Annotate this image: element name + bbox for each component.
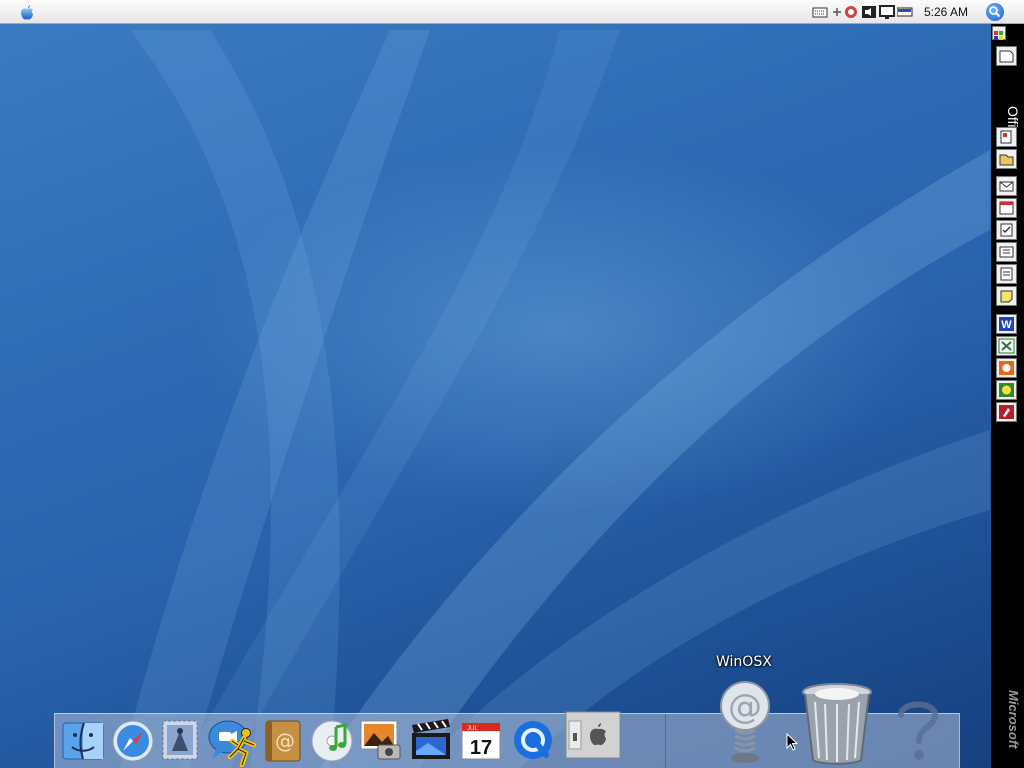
quicktime-icon[interactable] — [510, 717, 556, 763]
itunes-icon[interactable] — [309, 717, 355, 763]
ical-day-label: 17 — [470, 737, 492, 759]
iphoto-icon[interactable] — [358, 717, 404, 763]
publisher-icon[interactable] — [996, 380, 1017, 400]
battery-icon[interactable] — [896, 4, 913, 20]
microsoft-brand-label: Microsoft — [1006, 689, 1021, 749]
apple-menu-icon[interactable] — [18, 3, 36, 21]
new-journal-entry-icon[interactable] — [996, 264, 1017, 284]
svg-text:@: @ — [728, 687, 762, 727]
menu-bar: 5:26 AM — [0, 0, 1024, 24]
aim-icon[interactable] — [224, 727, 260, 768]
new-note-icon[interactable] — [996, 286, 1017, 306]
svg-text:@: @ — [275, 729, 295, 753]
safari-icon[interactable] — [110, 717, 156, 763]
trash-icon[interactable] — [799, 682, 875, 766]
new-message-icon[interactable] — [996, 176, 1017, 196]
office-shortcut-bar: Office W Microsoft — [991, 24, 1024, 768]
system-preferences-icon[interactable] — [565, 711, 621, 759]
office-menu-icon[interactable] — [992, 26, 1006, 40]
open-office-document-icon[interactable] — [996, 149, 1017, 169]
menu-bar-clock[interactable]: 5:26 AM — [924, 5, 968, 19]
access-icon[interactable] — [996, 402, 1017, 422]
powerpoint-icon[interactable] — [996, 358, 1017, 378]
new-task-icon[interactable] — [996, 220, 1017, 240]
winosx-internet-icon[interactable]: @ — [713, 678, 777, 764]
network-icon[interactable] — [843, 4, 859, 20]
spotlight-search-icon[interactable] — [986, 3, 1004, 21]
wallpaper-swooshes — [120, 30, 990, 768]
word-icon[interactable]: W — [996, 314, 1017, 334]
excel-icon[interactable] — [996, 336, 1017, 356]
dock-divider — [665, 714, 666, 768]
finder-icon[interactable] — [60, 717, 106, 763]
address-book-icon[interactable]: @ — [260, 717, 306, 763]
ical-icon[interactable]: JUL 17 — [458, 717, 504, 763]
folder-icon[interactable] — [996, 46, 1017, 66]
mail-icon[interactable] — [158, 717, 204, 763]
ical-month-label: JUL — [467, 726, 478, 732]
display-icon[interactable] — [879, 4, 895, 20]
new-contact-icon[interactable] — [996, 242, 1017, 262]
imovie-icon[interactable] — [408, 717, 454, 763]
volume-icon[interactable] — [861, 4, 877, 20]
dock-tooltip: WinOSX — [716, 654, 772, 670]
mouse-cursor — [786, 732, 799, 751]
svg-text:W: W — [1001, 319, 1012, 331]
new-appointment-icon[interactable] — [996, 198, 1017, 218]
help-icon[interactable] — [893, 697, 943, 763]
new-office-document-icon[interactable] — [996, 127, 1017, 147]
keyboard-icon[interactable] — [812, 4, 828, 20]
desktop-wallpaper — [0, 0, 1024, 768]
